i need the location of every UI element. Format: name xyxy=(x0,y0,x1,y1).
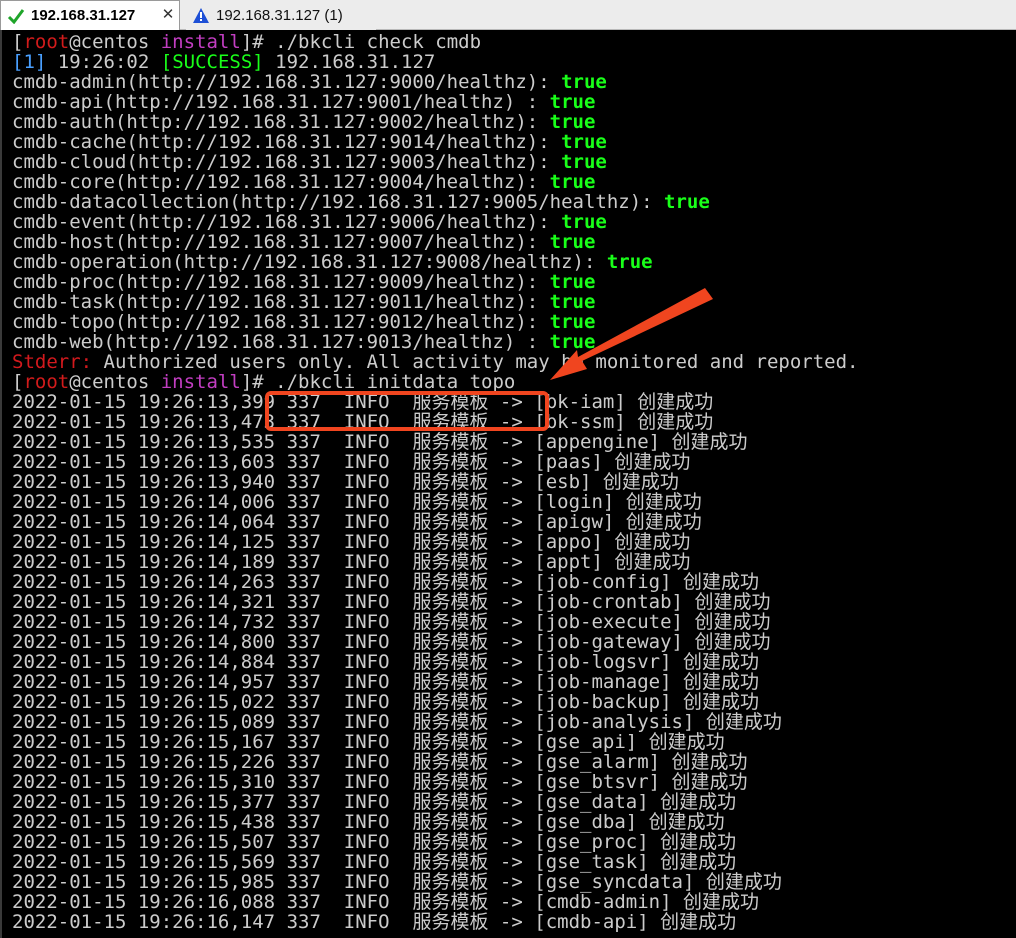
tab-bar: 192.168.31.127 ✕ 192.168.31.127 (1) xyxy=(0,0,1016,30)
tab-session-2[interactable]: 192.168.31.127 (1) xyxy=(186,0,376,30)
close-icon[interactable]: ✕ xyxy=(161,7,175,22)
tab-label: 192.168.31.127 (1) xyxy=(216,6,343,24)
warning-icon xyxy=(193,7,209,23)
arrow-icon xyxy=(550,288,713,380)
tab-session-1[interactable]: 192.168.31.127 ✕ xyxy=(0,0,180,30)
terminal-output[interactable]: [root@centos install]# ./bkcli check cmd… xyxy=(0,30,1016,938)
checkmark-icon xyxy=(7,8,25,24)
tab-label: 192.168.31.127 xyxy=(31,7,136,24)
